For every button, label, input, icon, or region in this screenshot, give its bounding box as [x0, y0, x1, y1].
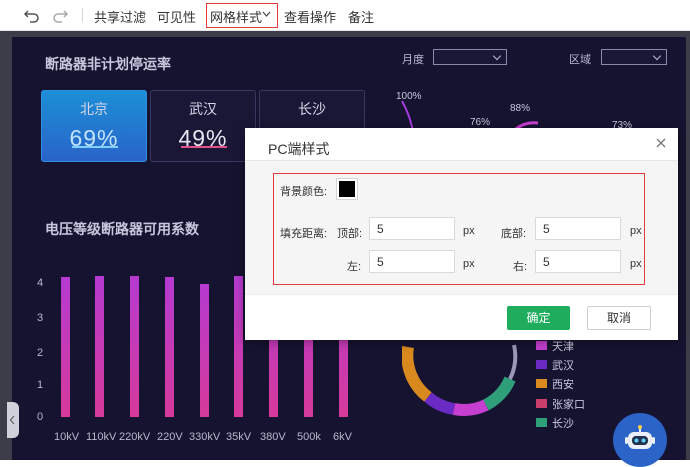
legend-swatch — [536, 399, 547, 408]
y-tick: 2 — [37, 347, 44, 359]
x-category-label: 500k — [297, 431, 321, 443]
view-operations-button[interactable]: 查看操作 — [284, 7, 336, 26]
px-unit: px — [630, 225, 642, 237]
robot-icon — [625, 425, 655, 449]
bottom-padding-label: 底部: — [501, 228, 527, 240]
availability-title: 电压等级断路器可用系数 — [45, 221, 199, 237]
legend-label: 张家口 — [552, 399, 585, 411]
city-card-wuhan[interactable]: 武汉 49% — [150, 90, 256, 162]
share-filter-button[interactable]: 共享过滤 — [94, 7, 146, 26]
y-tick: 0 — [37, 411, 44, 423]
bottom-padding-input[interactable] — [535, 217, 621, 240]
y-tick: 1 — [37, 379, 44, 391]
month-filter-label: 月度 — [402, 54, 424, 66]
toolbar: 共享过滤 可见性 网格样式 查看操作 备注 — [0, 0, 690, 31]
region-filter-select[interactable] — [601, 49, 667, 65]
chevron-left-icon — [9, 415, 15, 425]
x-category-label: 380V — [260, 431, 286, 443]
legend-label: 天津 — [552, 341, 574, 353]
top-padding-input[interactable] — [369, 217, 455, 240]
confirm-button[interactable]: 确定 — [507, 306, 570, 330]
bar — [95, 275, 104, 417]
outage-rate-title: 断路器非计划停运率 — [45, 56, 171, 72]
legend-swatch — [536, 360, 547, 369]
bg-color-picker[interactable] — [336, 178, 358, 200]
legend-swatch — [536, 379, 547, 388]
city-name: 北京 — [80, 101, 108, 117]
bar — [165, 277, 174, 417]
bg-color-value — [339, 181, 355, 197]
region-filter-label: 区域 — [569, 54, 591, 66]
chevron-down-icon — [262, 11, 271, 17]
bg-color-label: 背景颜色: — [280, 186, 328, 198]
dialog-footer-divider — [245, 294, 678, 295]
assistant-bot-button[interactable] — [613, 413, 667, 467]
px-unit: px — [630, 258, 642, 270]
bar — [61, 277, 70, 417]
city-underline — [181, 146, 227, 148]
redo-icon[interactable] — [50, 5, 70, 25]
legend-label: 长沙 — [552, 418, 574, 430]
close-icon[interactable] — [654, 136, 668, 150]
legend-swatch — [536, 418, 547, 427]
x-category-label: 220kV — [119, 431, 151, 443]
city-card-beijing[interactable]: 北京 69% — [41, 90, 147, 162]
side-collapse-handle[interactable] — [7, 402, 19, 438]
padding-label: 填充距离: — [280, 228, 328, 240]
bar — [130, 275, 139, 417]
bar — [200, 283, 209, 417]
notes-button[interactable]: 备注 — [348, 7, 374, 26]
x-category-label: 10kV — [54, 431, 80, 443]
right-padding-input[interactable] — [535, 250, 621, 273]
month-filter-select[interactable] — [433, 49, 507, 65]
toolbar-separator — [82, 8, 83, 22]
y-tick: 3 — [37, 312, 44, 324]
legend-swatch — [536, 341, 547, 350]
x-category-label: 330kV — [189, 431, 221, 443]
legend-label: 西安 — [552, 379, 574, 391]
legend-label: 武汉 — [552, 360, 574, 372]
pc-style-dialog: PC端样式 背景颜色: 填充距离: 顶部: px 底部: px 左: px 右:… — [245, 128, 678, 340]
left-padding-label: 左: — [347, 261, 362, 273]
cancel-button[interactable]: 取消 — [587, 306, 651, 330]
right-padding-label: 右: — [513, 261, 528, 273]
city-underline — [72, 146, 118, 148]
grid-style-button[interactable]: 网格样式 — [210, 7, 262, 26]
x-category-label: 35kV — [226, 431, 252, 443]
donut-chart — [402, 344, 518, 416]
px-unit: px — [463, 258, 475, 270]
y-tick: 4 — [37, 277, 44, 289]
visibility-button[interactable]: 可见性 — [157, 7, 196, 26]
dialog-body: 背景颜色: 填充距离: 顶部: px 底部: px 左: px 右: px — [245, 161, 678, 294]
px-unit: px — [463, 225, 475, 237]
left-padding-input[interactable] — [369, 250, 455, 273]
city-name: 武汉 — [189, 101, 217, 117]
bar — [234, 275, 243, 417]
city-name: 长沙 — [298, 101, 326, 117]
x-category-label: 6kV — [333, 431, 352, 443]
undo-icon[interactable] — [22, 5, 42, 25]
top-padding-label: 顶部: — [337, 228, 363, 240]
x-category-label: 110kV — [86, 431, 117, 443]
dialog-title: PC端样式 — [268, 141, 330, 157]
x-category-label: 220V — [157, 431, 183, 443]
